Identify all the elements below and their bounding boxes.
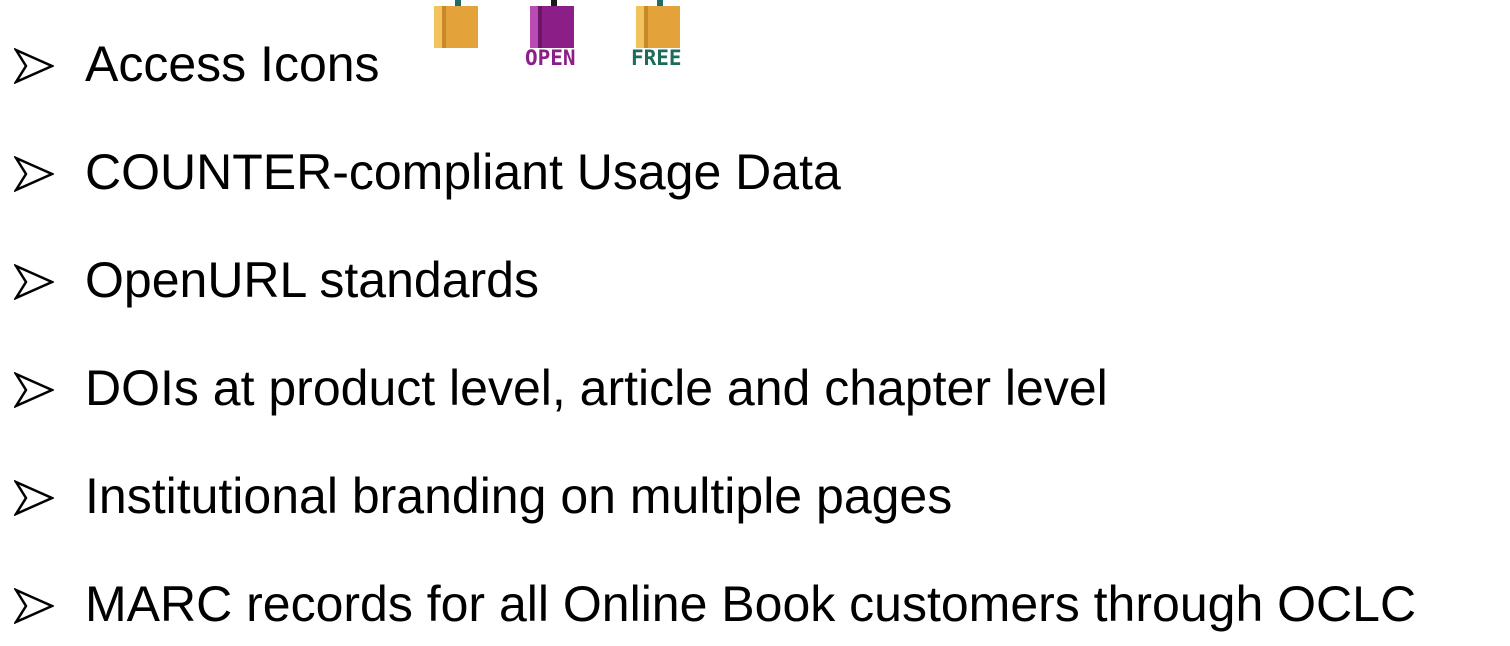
bullet-list: Access Icons OPEN FREE COUNTER-compliant…	[0, 0, 1510, 633]
free-access-label: FREE	[631, 46, 682, 70]
bullet-item-branding: Institutional branding on multiple pages	[0, 458, 1510, 538]
arrow-bullet-icon	[14, 480, 54, 516]
arrow-bullet-icon	[14, 48, 54, 84]
open-padlock-icon	[434, 0, 478, 48]
bullet-item-access-icons: Access Icons OPEN FREE	[0, 0, 1510, 106]
arrow-bullet-icon	[14, 264, 54, 300]
open-access-label: OPEN	[525, 46, 576, 70]
arrow-bullet-icon	[14, 588, 54, 624]
bullet-item-marc: MARC records for all Online Book custome…	[0, 566, 1510, 646]
bullet-text: Access Icons	[85, 36, 380, 92]
bullet-item-counter: COUNTER-compliant Usage Data	[0, 134, 1510, 214]
bullet-text: MARC records for all Online Book custome…	[85, 576, 1417, 632]
arrow-bullet-icon	[14, 372, 54, 408]
bullet-item-dois: DOIs at product level, article and chapt…	[0, 350, 1510, 430]
bullet-item-openurl: OpenURL standards	[0, 242, 1510, 322]
bullet-text: COUNTER-compliant Usage Data	[85, 144, 841, 200]
bullet-text: DOIs at product level, article and chapt…	[85, 360, 1108, 416]
arrow-bullet-icon	[14, 156, 54, 192]
bullet-text: OpenURL standards	[85, 252, 539, 308]
bullet-text: Institutional branding on multiple pages	[85, 468, 953, 524]
